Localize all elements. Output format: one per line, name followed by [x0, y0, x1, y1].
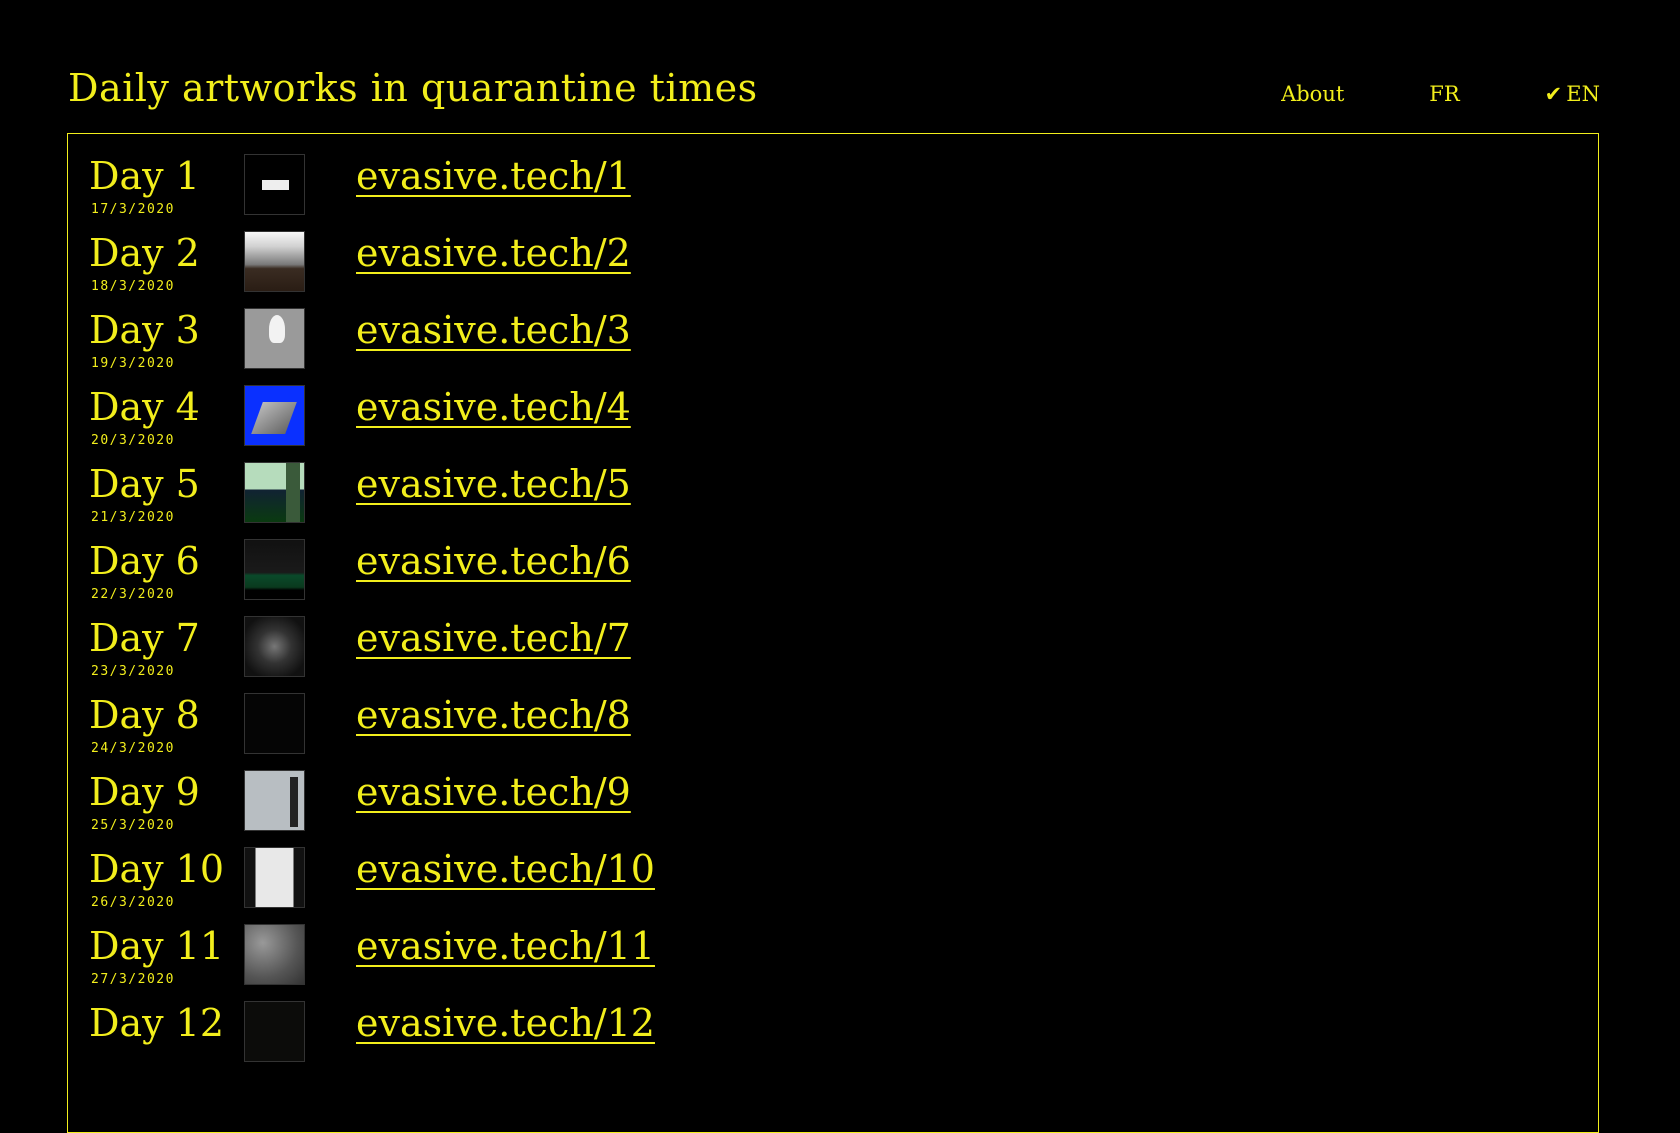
day-label: Day 3 [89, 308, 200, 352]
list-item: Day 7 23/3/2020 evasive.tech/7 [68, 616, 1598, 693]
day-date: 17/3/2020 [91, 202, 175, 217]
artwork-thumbnail[interactable] [244, 847, 305, 908]
artwork-thumbnail[interactable] [244, 385, 305, 446]
list-item: Day 10 26/3/2020 evasive.tech/10 [68, 847, 1598, 924]
day-label: Day 10 [89, 847, 225, 891]
day-label: Day 12 [89, 1001, 225, 1045]
check-icon: ✔ [1544, 82, 1563, 106]
artwork-thumbnail[interactable] [244, 539, 305, 600]
artwork-link[interactable]: evasive.tech/12 [356, 1001, 655, 1045]
nav-fr-link[interactable]: FR [1429, 82, 1459, 106]
list-item: Day 12 evasive.tech/12 [68, 1001, 1598, 1078]
nav-about-link[interactable]: About [1281, 82, 1344, 106]
day-date: 22/3/2020 [91, 587, 175, 602]
day-date: 18/3/2020 [91, 279, 175, 294]
day-date: 20/3/2020 [91, 433, 175, 448]
day-date: 24/3/2020 [91, 741, 175, 756]
day-label: Day 7 [89, 616, 200, 660]
day-date: 19/3/2020 [91, 356, 175, 371]
artwork-thumbnail[interactable] [244, 1001, 305, 1062]
artwork-thumbnail[interactable] [244, 616, 305, 677]
day-label: Day 1 [89, 154, 200, 198]
day-label: Day 5 [89, 462, 200, 506]
site-title: Daily artworks in quarantine times [68, 66, 758, 110]
artwork-thumbnail[interactable] [244, 462, 305, 523]
day-label: Day 2 [89, 231, 200, 275]
top-nav: About FR ✔ EN [1281, 82, 1600, 106]
nav-en-current[interactable]: ✔ EN [1545, 82, 1600, 106]
list-item: Day 5 21/3/2020 evasive.tech/5 [68, 462, 1598, 539]
artwork-thumbnail[interactable] [244, 231, 305, 292]
artwork-link[interactable]: evasive.tech/3 [356, 308, 631, 352]
day-date: 21/3/2020 [91, 510, 175, 525]
artwork-link[interactable]: evasive.tech/11 [356, 924, 655, 968]
day-date: 25/3/2020 [91, 818, 175, 833]
list-item: Day 1 17/3/2020 evasive.tech/1 [68, 154, 1598, 231]
list-item: Day 11 27/3/2020 evasive.tech/11 [68, 924, 1598, 1001]
artwork-thumbnail[interactable] [244, 154, 305, 215]
list-item: Day 2 18/3/2020 evasive.tech/2 [68, 231, 1598, 308]
artwork-link[interactable]: evasive.tech/4 [356, 385, 631, 429]
list-item: Day 8 24/3/2020 evasive.tech/8 [68, 693, 1598, 770]
list-item: Day 3 19/3/2020 evasive.tech/3 [68, 308, 1598, 385]
day-label: Day 11 [89, 924, 225, 968]
artwork-link[interactable]: evasive.tech/9 [356, 770, 631, 814]
day-label: Day 4 [89, 385, 200, 429]
artwork-link[interactable]: evasive.tech/10 [356, 847, 655, 891]
artwork-thumbnail[interactable] [244, 308, 305, 369]
artwork-thumbnail[interactable] [244, 693, 305, 754]
list-item: Day 4 20/3/2020 evasive.tech/4 [68, 385, 1598, 462]
day-label: Day 9 [89, 770, 200, 814]
artworks-list: Day 1 17/3/2020 evasive.tech/1 Day 2 18/… [67, 133, 1599, 1133]
day-label: Day 8 [89, 693, 200, 737]
artwork-link[interactable]: evasive.tech/6 [356, 539, 631, 583]
artwork-link[interactable]: evasive.tech/2 [356, 231, 631, 275]
artwork-thumbnail[interactable] [244, 770, 305, 831]
list-item: Day 9 25/3/2020 evasive.tech/9 [68, 770, 1598, 847]
day-label: Day 6 [89, 539, 200, 583]
list-item: Day 6 22/3/2020 evasive.tech/6 [68, 539, 1598, 616]
nav-en-label: EN [1566, 82, 1600, 106]
artwork-link[interactable]: evasive.tech/1 [356, 154, 631, 198]
artwork-link[interactable]: evasive.tech/7 [356, 616, 631, 660]
artwork-link[interactable]: evasive.tech/5 [356, 462, 631, 506]
day-date: 26/3/2020 [91, 895, 175, 910]
artwork-link[interactable]: evasive.tech/8 [356, 693, 631, 737]
day-date: 27/3/2020 [91, 972, 175, 987]
artwork-thumbnail[interactable] [244, 924, 305, 985]
day-date: 23/3/2020 [91, 664, 175, 679]
